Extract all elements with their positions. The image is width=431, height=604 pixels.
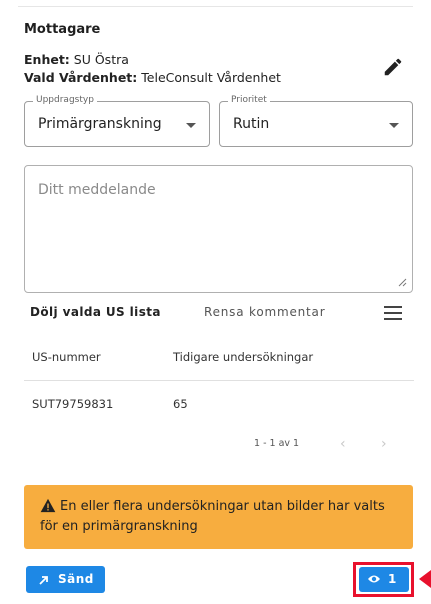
assignment-type-label: Uppdragstyp (33, 95, 97, 105)
chevron-left-icon[interactable]: ‹ (340, 436, 346, 452)
view-count: 1 (388, 572, 397, 586)
unit-line: Enhet: SU Östra (24, 52, 129, 67)
pagination-range: 1 - 1 av 1 (254, 438, 300, 449)
pencil-icon (384, 58, 402, 76)
care-unit-value: TeleConsult Vårdenhet (141, 70, 281, 85)
send-button[interactable]: Sänd (26, 566, 105, 593)
previous-exams-cell: 65 (173, 397, 188, 411)
table-row[interactable]: SUT79759831 65 (24, 381, 414, 425)
caret-down-icon (389, 123, 399, 128)
priority-value: Rutin (233, 116, 270, 132)
unit-value: SU Östra (73, 52, 129, 67)
warning-text: En eller flera undersökningar utan bilde… (40, 499, 385, 534)
warning-banner: En eller flera undersökningar utan bilde… (24, 485, 413, 549)
clear-comment-button[interactable]: Rensa kommentar (204, 305, 325, 319)
top-divider (18, 6, 413, 7)
message-placeholder: Ditt meddelande (38, 182, 156, 198)
us-number-cell: SUT79759831 (32, 397, 114, 411)
chevron-right-icon[interactable]: › (381, 436, 387, 452)
care-unit-line: Vald Vårdenhet: TeleConsult Vårdenhet (24, 70, 281, 85)
caret-down-icon (186, 123, 196, 128)
column-header-previous-exams[interactable]: Tidigare undersökningar (173, 350, 313, 364)
view-selected-button[interactable]: 1 (359, 567, 409, 592)
hamburger-menu-icon[interactable] (384, 306, 402, 320)
column-header-us-number[interactable]: US-nummer (32, 350, 101, 364)
section-title: Mottagare (24, 22, 101, 37)
list-actions: Dölj valda US lista Rensa kommentar (24, 303, 414, 323)
send-arrow-icon (39, 576, 48, 585)
assignment-type-value: Primärgranskning (38, 116, 162, 132)
eye-icon (368, 575, 380, 583)
priority-label: Prioritet (228, 95, 270, 105)
pointer-arrow-icon (419, 570, 431, 588)
assignment-type-select[interactable]: Uppdragstyp Primärgranskning (24, 95, 210, 147)
edit-recipient-button[interactable] (382, 56, 404, 78)
care-unit-label: Vald Vårdenhet: (24, 70, 138, 85)
unit-label: Enhet: (24, 52, 70, 67)
table-header: US-nummer Tidigare undersökningar (24, 336, 414, 381)
send-label: Sänd (58, 572, 94, 586)
resize-handle-icon[interactable] (398, 278, 407, 287)
pagination: 1 - 1 av 1 ‹ › (24, 428, 414, 458)
message-textarea[interactable]: Ditt meddelande (24, 165, 413, 293)
hide-list-button[interactable]: Dölj valda US lista (30, 305, 161, 319)
priority-select[interactable]: Prioritet Rutin (219, 95, 413, 147)
